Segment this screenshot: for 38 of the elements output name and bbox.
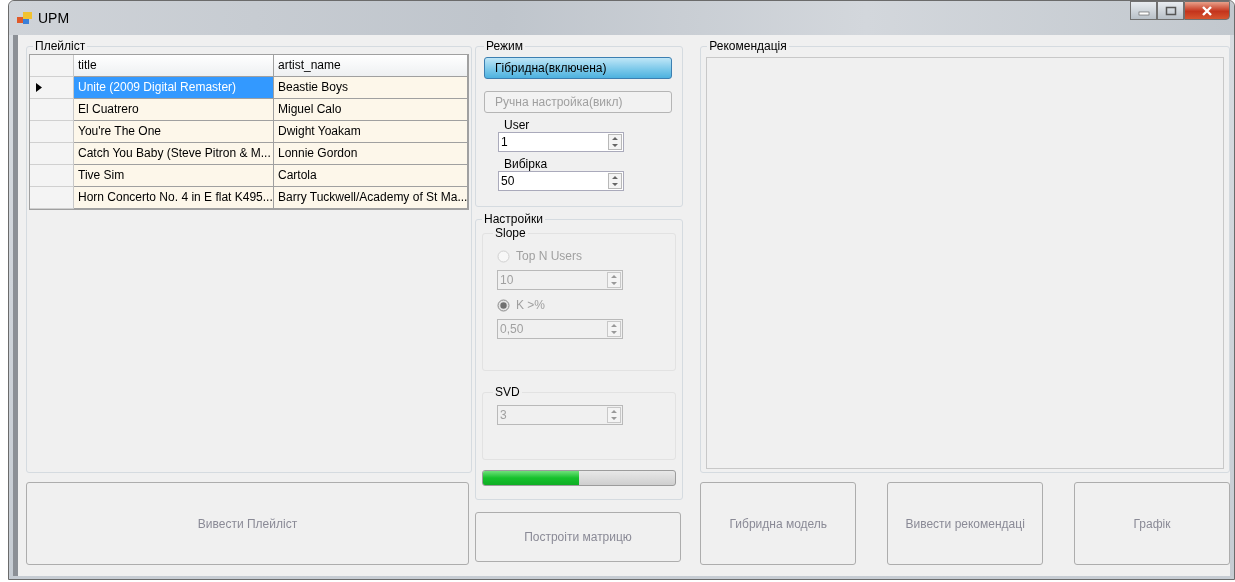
table-cell[interactable]: Tive Sim [74, 165, 274, 187]
spin-arrows-icon [608, 173, 622, 189]
table-cell[interactable]: Lonnie Gordon [274, 143, 468, 165]
column-header[interactable]: artist_name [274, 55, 468, 77]
spin-arrows-icon [607, 272, 621, 288]
app-icon [17, 11, 33, 25]
table-cell[interactable]: Dwight Yoakam [274, 121, 468, 143]
maximize-button[interactable] [1157, 1, 1184, 20]
number-field[interactable]: 1 [498, 132, 624, 152]
group-title: Рекомендація [708, 39, 788, 53]
minimize-button[interactable] [1130, 1, 1157, 20]
spin-arrows-icon [608, 134, 622, 150]
group-title: Slope [494, 226, 527, 240]
group-title: Режим [485, 39, 524, 53]
close-icon [1201, 5, 1213, 16]
close-button[interactable] [1184, 1, 1230, 20]
table-cell[interactable]: Beastie Boys [274, 77, 468, 99]
table-cell[interactable]: Horn Concerto No. 4 in E flat K495... [74, 187, 274, 209]
field-label: Вибірка [504, 157, 549, 171]
table-cell[interactable]: You're The One [74, 121, 274, 143]
window-title: UPM [38, 10, 70, 26]
table-cell[interactable]: El Cuatrero [74, 99, 274, 121]
column-header[interactable]: title [74, 55, 274, 77]
field-label: User [504, 118, 531, 132]
group-title: SVD [494, 385, 521, 399]
group-title: Плейліст [34, 39, 87, 53]
maximize-icon [1164, 5, 1177, 16]
spin-arrows-icon [607, 321, 621, 337]
table-cell[interactable]: Miguel Calo [274, 99, 468, 121]
row-header[interactable] [30, 77, 74, 99]
group-title: Настройки [483, 212, 544, 226]
number-field[interactable]: 50 [498, 171, 624, 191]
mode-button[interactable]: Гібридна(включена) [484, 57, 673, 79]
table-cell[interactable]: Cartola [274, 165, 468, 187]
table-cell[interactable]: Barry Tuckwell/Academy of St Ma... [274, 187, 468, 209]
current-row-icon [36, 83, 42, 92]
spin-arrows-icon [607, 407, 621, 423]
table-cell[interactable]: Catch You Baby (Steve Pitron & M... [74, 143, 274, 165]
